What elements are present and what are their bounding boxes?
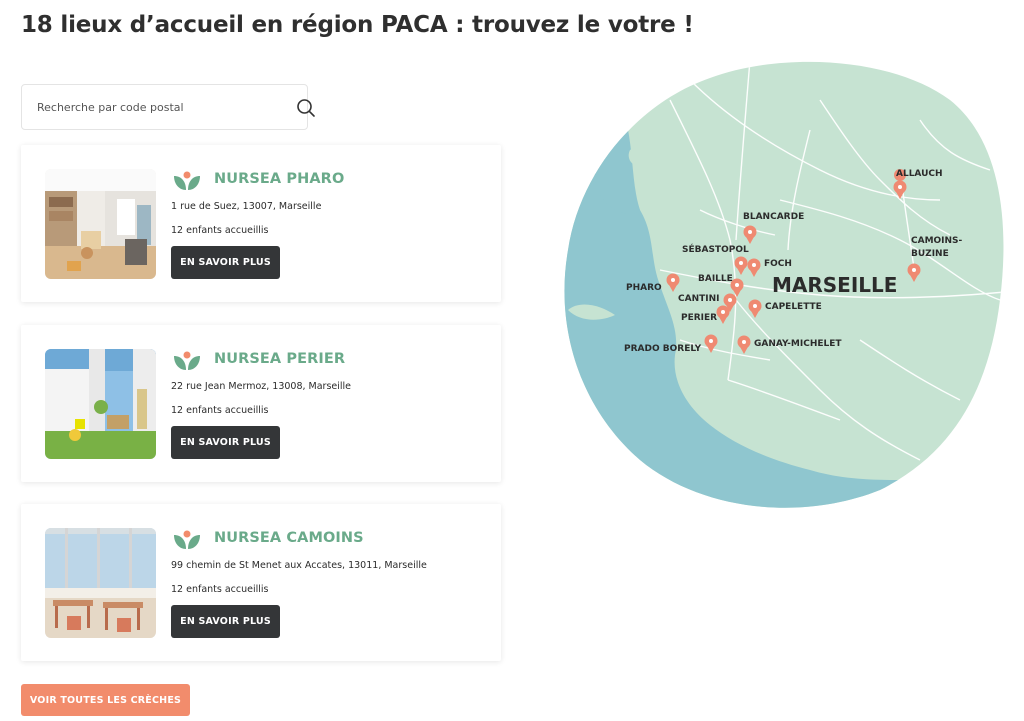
page-title: 18 lieux d’accueil en région PACA : trou… (21, 12, 694, 38)
map-label-foch: FOCH (764, 259, 792, 269)
search-box (21, 84, 315, 130)
see-all-nurseries-button[interactable]: VOIR TOUTES LES CRÈCHES (21, 684, 190, 716)
nursery-card: NURSEA CAMOINS 99 chemin de St Menet aux… (21, 504, 501, 661)
nursery-photo (45, 528, 156, 638)
nursery-address: 1 rue de Suez, 13007, Marseille (171, 201, 322, 212)
search-icon[interactable] (295, 97, 317, 119)
nursery-name: NURSEA CAMOINS (214, 530, 364, 546)
nursery-photo (45, 349, 156, 459)
learn-more-button[interactable]: EN SAVOIR PLUS (171, 605, 280, 638)
map-label-allauch: ALLAUCH (896, 169, 943, 179)
map-label-ganay-michelet: GANAY-MICHELET (754, 339, 842, 349)
map-label-baille: BAILLE (698, 274, 733, 284)
nursery-capacity: 12 enfants accueillis (171, 405, 269, 416)
nursea-logo-icon (174, 171, 200, 190)
nursery-name: NURSEA PHARO (214, 171, 345, 187)
nursery-card: NURSEA PERIER 22 rue Jean Mermoz, 13008,… (21, 325, 501, 482)
map-label-capelette: CAPELETTE (765, 302, 822, 312)
map-label-buzine: BUZINE (911, 249, 949, 259)
search-input[interactable] (37, 97, 267, 117)
map-label-prado-borely: PRADO BORELY (624, 344, 702, 354)
map-label-blancarde: BLANCARDE (743, 212, 804, 222)
map-label-perier: PERIER (681, 313, 717, 323)
map-city-label: MARSEILLE (772, 273, 897, 297)
learn-more-button[interactable]: EN SAVOIR PLUS (171, 426, 280, 459)
nursery-address: 22 rue Jean Mermoz, 13008, Marseille (171, 381, 352, 392)
nursery-capacity: 12 enfants accueillis (171, 584, 269, 595)
marseille-map: ALLAUCH BLANCARDE CAMOINS- BUZINE SÉBAST… (564, 61, 1004, 508)
map-label-pharo: PHARO (626, 283, 662, 293)
nursea-logo-icon (174, 530, 200, 549)
nursea-logo-icon (174, 351, 200, 370)
nursery-photo (45, 169, 156, 279)
nursery-capacity: 12 enfants accueillis (171, 225, 269, 236)
map-label-cantini: CANTINI (678, 294, 719, 304)
nursery-address: 99 chemin de St Menet aux Accates, 13011… (171, 560, 427, 571)
nursery-name: NURSEA PERIER (214, 351, 346, 367)
nursery-card: NURSEA PHARO 1 rue de Suez, 13007, Marse… (21, 145, 501, 302)
map-label-camoins: CAMOINS- (911, 236, 963, 246)
learn-more-button[interactable]: EN SAVOIR PLUS (171, 246, 280, 279)
map-label-sebastopol: SÉBASTOPOL (682, 243, 749, 255)
